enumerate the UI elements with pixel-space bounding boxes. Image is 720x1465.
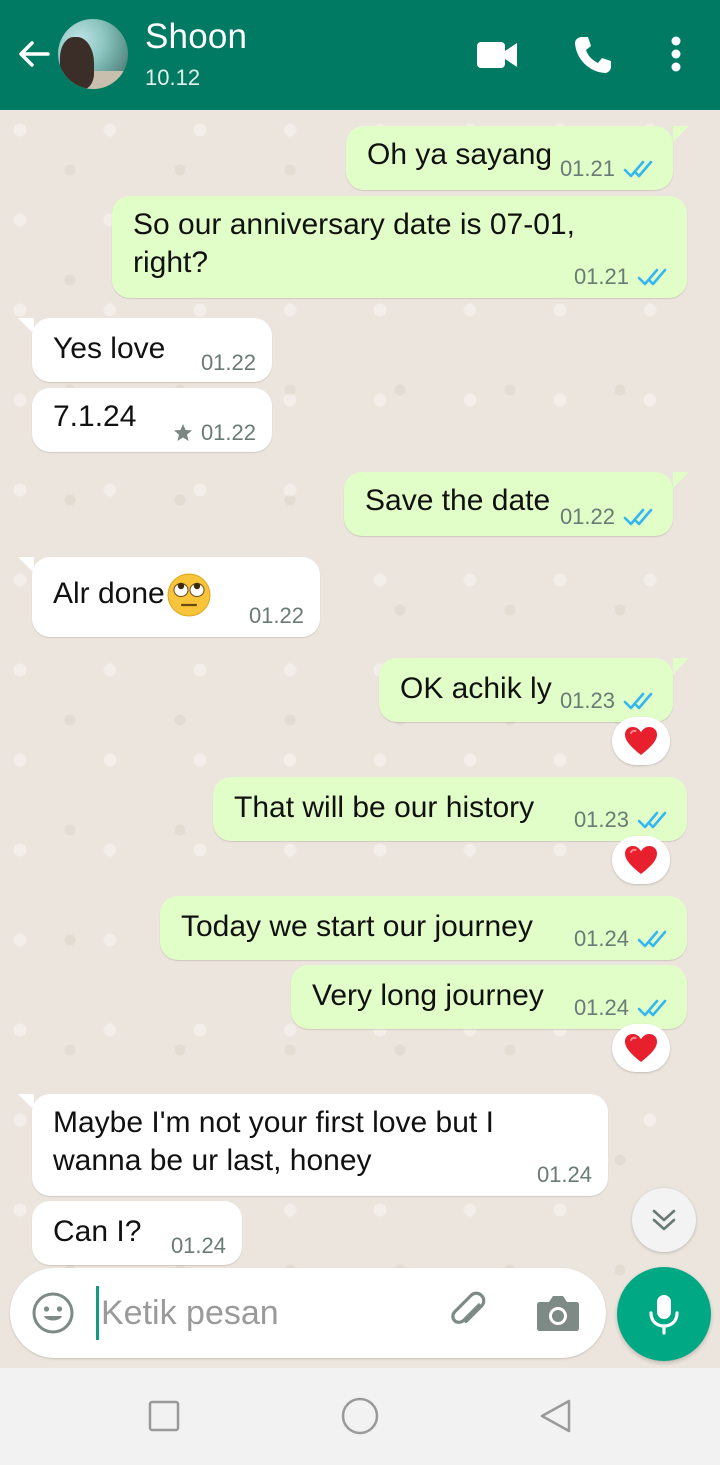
scroll-to-bottom-button[interactable] [632, 1188, 696, 1252]
paperclip-icon[interactable] [446, 1288, 494, 1336]
double-check-icon [637, 930, 667, 948]
message-time: 01.22 [200, 420, 256, 445]
message-bubble[interactable]: 7.1.24 01.22 [32, 388, 272, 452]
message-time: 01.21 [559, 156, 615, 181]
heart-icon [625, 846, 657, 874]
video-call-icon[interactable] [474, 32, 520, 78]
triangle-nav-icon[interactable] [536, 1396, 576, 1436]
avatar[interactable] [58, 19, 128, 89]
message-bubble[interactable]: Oh ya sayang 01.21 [346, 126, 673, 190]
message-bubble[interactable]: So our anniversary date is 07-01, right?… [112, 196, 687, 298]
message-time: 01.22 [559, 504, 615, 529]
reaction-badge[interactable] [612, 836, 670, 884]
message-text: Maybe I'm not your first love but I wann… [53, 1106, 494, 1177]
reaction-badge[interactable] [612, 1024, 670, 1072]
message-bubble[interactable]: Maybe I'm not your first love but I wann… [32, 1094, 608, 1196]
back-arrow-icon[interactable] [14, 34, 54, 74]
message-bubble[interactable]: Very long journey 01.24 [291, 965, 687, 1029]
message-text: Today we start our journey [181, 910, 533, 943]
message-time: 01.24 [573, 926, 629, 951]
contact-name[interactable]: Shoon [145, 17, 247, 57]
message-time: 01.24 [170, 1233, 226, 1258]
message-time: 01.22 [248, 603, 304, 628]
message-bubble[interactable]: That will be our history 01.23 [213, 777, 687, 841]
system-nav-bar [0, 1368, 720, 1465]
heart-icon [625, 1034, 657, 1062]
message-text: Oh ya sayang [367, 138, 553, 171]
message-bubble[interactable]: Yes love 01.22 [32, 318, 272, 382]
circle-nav-icon[interactable] [340, 1396, 380, 1436]
message-time: 01.21 [573, 264, 629, 289]
bubble-tail [673, 472, 689, 488]
double-check-icon [623, 692, 653, 710]
message-time: 01.24 [573, 995, 629, 1020]
mic-button[interactable] [617, 1267, 711, 1361]
square-nav-icon[interactable] [144, 1396, 184, 1436]
message-time: 01.23 [559, 688, 615, 713]
message-text: 7.1.24 [53, 400, 137, 433]
mic-icon [649, 1295, 679, 1335]
message-bubble[interactable]: Today we start our journey 01.24 [160, 896, 687, 960]
message-text: Alr done [53, 576, 165, 610]
camera-icon[interactable] [534, 1290, 582, 1336]
double-check-icon [637, 999, 667, 1017]
message-bubble[interactable]: Save the date 01.22 [344, 472, 673, 536]
rolling-eyes-emoji-icon [167, 573, 211, 617]
phone-icon[interactable] [570, 32, 616, 78]
message-time: 01.24 [536, 1162, 592, 1187]
message-text: Very long journey [312, 979, 544, 1012]
message-bubble[interactable]: OK achik ly 01.23 [379, 658, 673, 722]
message-text: That will be our history [234, 791, 535, 824]
double-check-icon [637, 268, 667, 286]
bubble-tail [673, 126, 689, 142]
double-check-icon [637, 811, 667, 829]
message-text: OK achik ly [400, 672, 552, 705]
double-check-icon [623, 508, 653, 526]
chat-area[interactable]: Oh ya sayang 01.21 So our anniversary da… [0, 110, 720, 1368]
message-text: Yes love [53, 332, 166, 365]
compose-bar [10, 1268, 606, 1358]
heart-icon [625, 727, 657, 755]
message-time: 01.23 [573, 807, 629, 832]
message-text: So our anniversary date is 07-01, right? [133, 208, 575, 279]
chevrons-down-icon [652, 1209, 676, 1231]
message-text-wrap: Alr done [53, 573, 211, 617]
contact-status: 10.12 [145, 65, 201, 90]
chat-header: Shoon 10.12 [0, 0, 720, 110]
message-bubble[interactable]: Can I? 01.24 [32, 1201, 242, 1265]
message-time: 01.22 [200, 350, 256, 375]
message-bubble[interactable]: Alr done 01.22 [32, 557, 320, 637]
message-text: Save the date [365, 484, 551, 517]
message-text: Can I? [53, 1215, 142, 1248]
emoji-icon[interactable] [30, 1290, 76, 1336]
message-input[interactable] [96, 1286, 426, 1340]
more-vert-icon[interactable] [654, 32, 698, 78]
double-check-icon [623, 160, 653, 178]
reaction-badge[interactable] [612, 717, 670, 765]
bubble-tail [673, 658, 689, 674]
star-icon [173, 424, 192, 441]
